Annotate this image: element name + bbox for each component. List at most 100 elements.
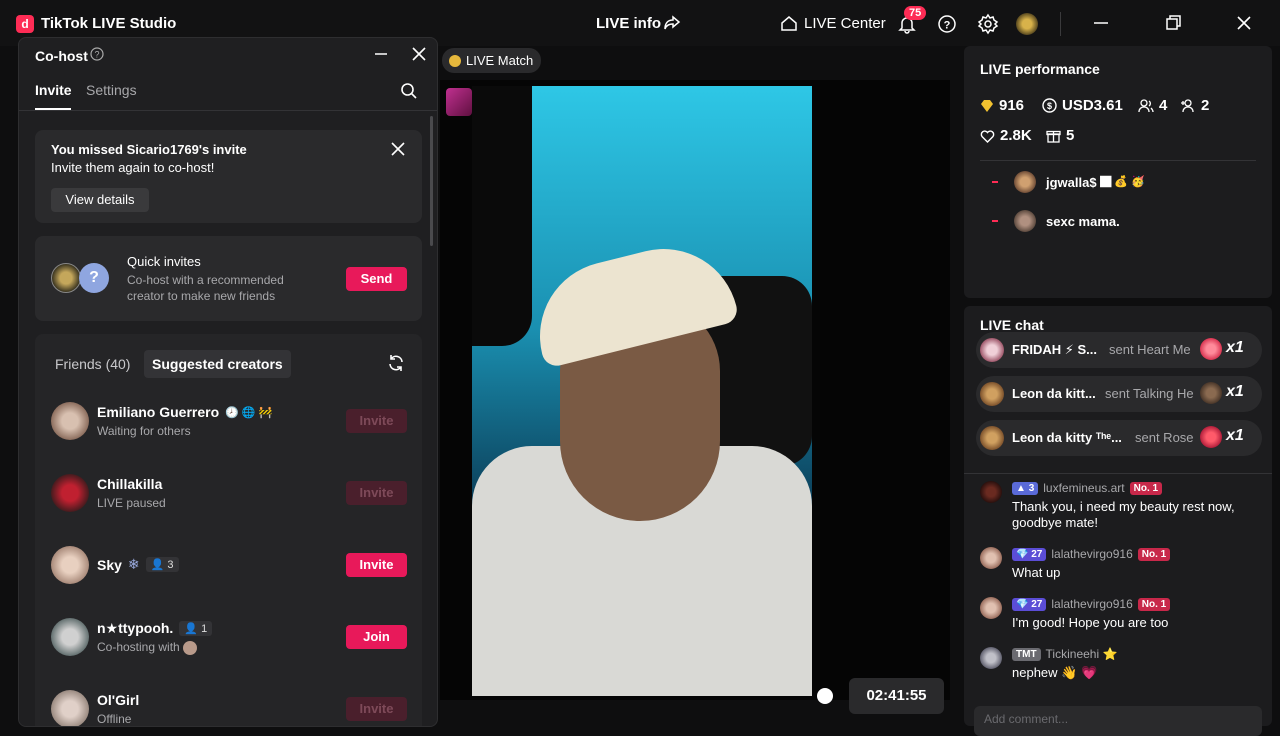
message-text: What up [1012, 565, 1061, 580]
invite-button[interactable]: Invite [346, 409, 407, 433]
creator-name: Sky ❄ 👤 3 [97, 556, 179, 573]
creator-status: LIVE paused [97, 496, 166, 510]
creator-name: Chillakilla [97, 476, 162, 492]
gear-icon[interactable] [977, 13, 999, 35]
close-icon[interactable] [1234, 13, 1254, 33]
close-icon[interactable] [411, 46, 427, 62]
avatar [51, 402, 89, 440]
avatar [1014, 210, 1036, 232]
live-performance-panel: LIVE performance 916 $ USD3.61 4 2 2.8K … [964, 46, 1272, 298]
scrollbar[interactable] [430, 116, 433, 246]
creator-name-text: n★ttypooh. [97, 620, 174, 636]
help-icon[interactable]: ? [90, 47, 104, 61]
profile-avatar[interactable] [1016, 13, 1038, 35]
snowflake-icon: ❄ [127, 556, 140, 572]
invite-button[interactable]: Invite [346, 697, 407, 721]
avatar [1014, 171, 1036, 193]
cohost-count: 3 [167, 559, 174, 571]
creator-emoji: 🕗 🌐 🚧 [225, 406, 273, 419]
notification-badge: 75 [904, 6, 927, 20]
missed-invite-card: You missed Sicario1769's invite Invite t… [35, 130, 422, 223]
talking-head-gift-icon [1200, 382, 1222, 404]
live-match-button[interactable]: LIVE Match [442, 48, 542, 73]
avatar [980, 426, 1004, 450]
gifts-value: 5 [1066, 127, 1075, 144]
list-item[interactable]: n★ttypooh. 👤 1 Co-hosting with Join [35, 610, 422, 666]
tab-settings[interactable]: Settings [86, 82, 137, 98]
live-center-label: LIVE Center [804, 14, 886, 32]
home-icon [781, 16, 797, 31]
users-icon [1138, 98, 1154, 112]
list-item[interactable]: Chillakilla LIVE paused Invite [35, 466, 422, 522]
heart-icon [980, 129, 995, 143]
level-badge: 💎 27 [1012, 547, 1047, 561]
close-icon[interactable] [391, 142, 405, 156]
heart-gift-icon [1200, 338, 1222, 360]
tab-suggested-creators[interactable]: Suggested creators [144, 350, 291, 378]
viewers-value: 4 [1159, 97, 1168, 114]
creator-list: Friends (40) Suggested creators Emiliano… [35, 334, 422, 726]
live-center-button[interactable]: LIVE Center [780, 14, 886, 32]
join-button[interactable]: Join [346, 625, 407, 649]
view-details-button[interactable]: View details [51, 188, 149, 212]
performance-divider [980, 160, 1256, 161]
share-icon[interactable] [663, 14, 681, 32]
record-toggle[interactable] [817, 688, 833, 704]
gift-sender: Leon da kitty ᵀʰᵉ... [1012, 430, 1122, 445]
level-badge: TMT [1012, 647, 1041, 661]
live-info-button[interactable]: LIVE info [596, 15, 661, 32]
level-value: 3 [1028, 482, 1035, 494]
refresh-icon[interactable] [387, 354, 405, 372]
message-user: Tickineehi ⭐ [1045, 647, 1118, 661]
list-item[interactable]: Ol'Girl Offline Invite [35, 682, 422, 726]
titlebar-separator [1060, 12, 1061, 36]
rank-badge: No. 1 [1129, 481, 1163, 495]
avatar [980, 481, 1002, 503]
likes-value: 2.8K [1000, 127, 1032, 144]
message-header: TMT Tickineehi ⭐ [1012, 647, 1117, 661]
invite-button[interactable]: Invite [346, 553, 407, 577]
avatar [51, 546, 89, 584]
top-viewer-row[interactable]: sexc mama. [992, 210, 1120, 232]
minimize-icon[interactable] [1091, 13, 1111, 33]
live-chat-title: LIVE chat [980, 317, 1044, 333]
tab-invite[interactable]: Invite [35, 82, 72, 98]
comment-input[interactable]: Add comment... [974, 706, 1262, 736]
send-button[interactable]: Send [346, 267, 407, 291]
creator-status: Co-hosting with [97, 640, 198, 655]
list-item[interactable]: Sky ❄ 👤 3 Invite [35, 538, 422, 594]
avatar [980, 547, 1002, 569]
creator-name-text: Sky [97, 556, 122, 573]
list-item[interactable]: Emiliano Guerrero 🕗 🌐 🚧 Waiting for other… [35, 394, 422, 450]
level-badge: 💎 27 [1012, 597, 1047, 611]
minimize-icon[interactable] [374, 47, 388, 61]
tab-friends[interactable]: Friends (40) [55, 356, 130, 372]
avatar [183, 640, 198, 655]
cohost-panel: Co-host ? Invite Settings You missed Sic… [18, 37, 438, 727]
dash-marker [992, 220, 998, 222]
placeholder-avatar: ? [79, 263, 109, 293]
gift-icon [1046, 130, 1061, 143]
app-title: TikTok LIVE Studio [41, 15, 177, 32]
creator-name-text: Emiliano Guerrero [97, 404, 220, 420]
invite-button[interactable]: Invite [346, 481, 407, 505]
dash-marker [992, 181, 998, 183]
gift-notification: FRIDAH ⚡ S... sent Heart Me x1 [976, 332, 1262, 368]
level-value: 27 [1031, 598, 1043, 610]
help-icon[interactable]: ? [937, 14, 957, 34]
top-viewer-row[interactable]: jgwalla$ 🏿 💰 🥳 [992, 171, 1145, 193]
live-video-preview [472, 86, 812, 696]
revenue-value: USD3.61 [1062, 97, 1123, 114]
viewer-name: jgwalla$ [1046, 174, 1097, 190]
restore-icon[interactable] [1163, 13, 1183, 33]
coin-icon [449, 55, 461, 67]
gift-count: x1 [1226, 383, 1244, 400]
viewers-stat: 4 [1138, 97, 1167, 114]
diamonds-value: 916 [999, 97, 1025, 114]
message-text: nephew 👋 💗 [1012, 665, 1098, 680]
gift-text: sent Rose [1135, 430, 1194, 445]
viewer-emoji: 🏿 💰 🥳 [1100, 176, 1145, 188]
gift-text: sent Heart Me [1109, 342, 1191, 357]
creator-name-text: Chillakilla [97, 476, 163, 492]
search-icon[interactable] [400, 82, 418, 100]
